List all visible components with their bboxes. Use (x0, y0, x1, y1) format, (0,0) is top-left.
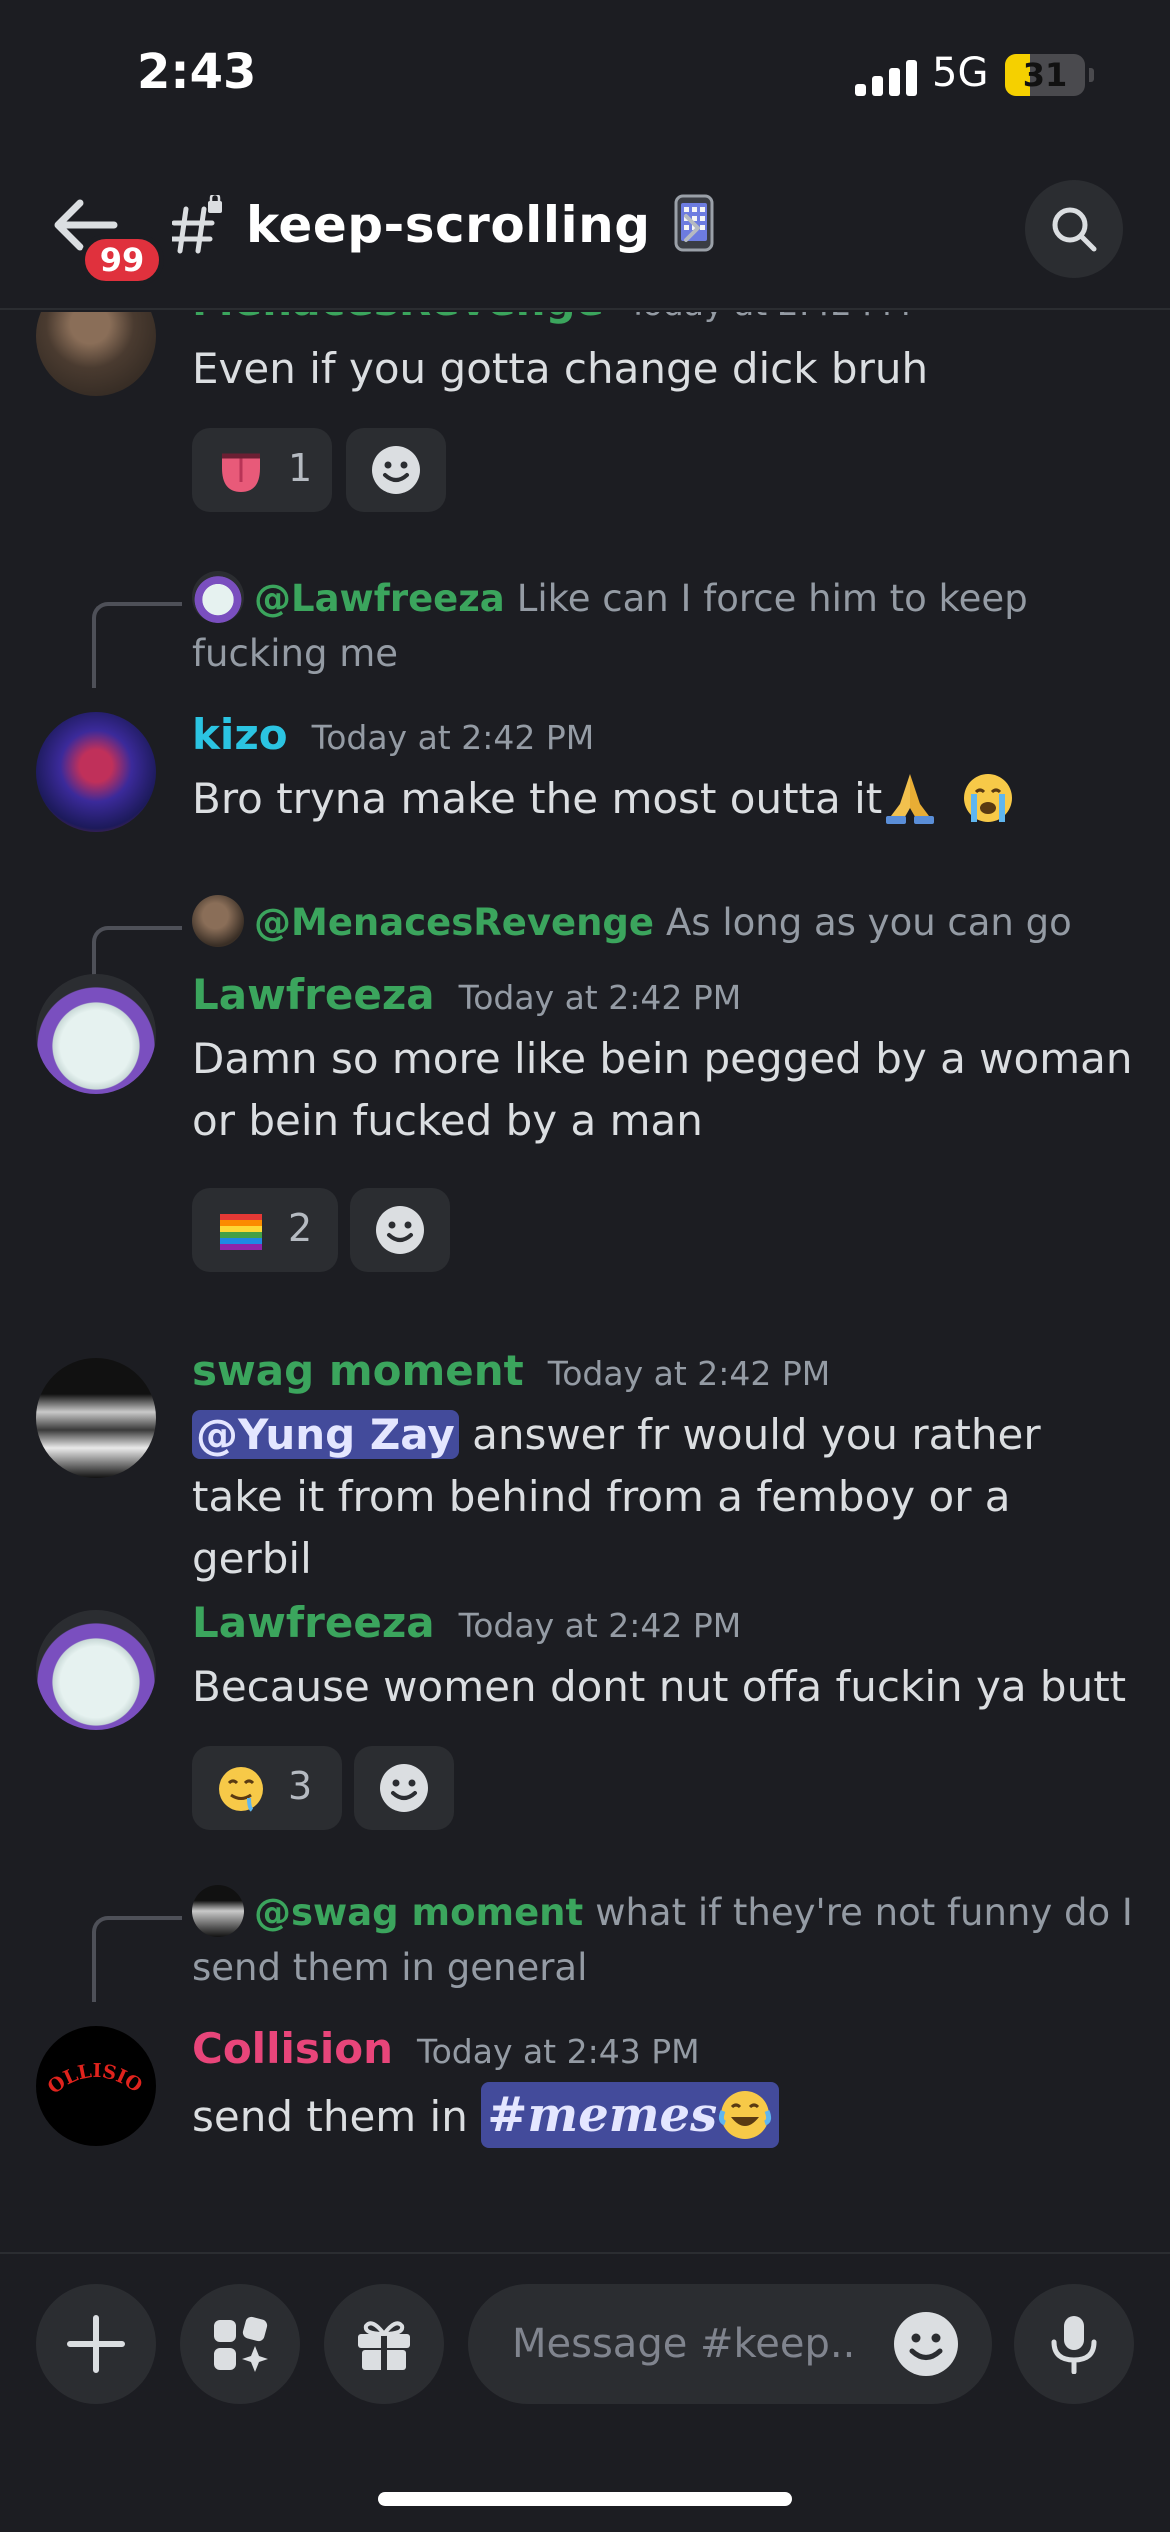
author-name[interactable]: swag moment Today at 2:42 PM (192, 1346, 830, 1395)
author-name-text: swag moment (192, 1346, 524, 1395)
network-type: 5G (932, 50, 989, 96)
channel-link[interactable]: #memes (481, 2082, 780, 2148)
timestamp: Today at 2:42 PM (547, 1354, 831, 1393)
reply-avatar (192, 1884, 244, 1937)
home-indicator[interactable] (378, 2492, 792, 2506)
channel-name-text: keep-scrolling (246, 196, 651, 254)
status-bar: 2:43 5G 31 (0, 0, 1170, 150)
status-time: 2:43 (137, 44, 257, 100)
message-content: Bro tryna make the most outta it (192, 768, 1142, 830)
message-content: @Yung Zay answer fr would you rather tak… (192, 1404, 1142, 1590)
author-name-text: MenacesRevenge (192, 312, 604, 325)
reply-preview[interactable]: @MenacesRevenge As long as you can go (192, 894, 1142, 951)
voice-message-button[interactable] (1014, 2284, 1134, 2404)
plus-icon (67, 2315, 125, 2373)
reaction-button[interactable]: 2 (192, 1188, 338, 1272)
author-name-text: kizo (192, 710, 288, 759)
reply-author: @swag moment (254, 1891, 584, 1934)
timestamp: Today at 2:42 PM (311, 718, 595, 757)
timestamp: Today at 2:42 PM (628, 312, 911, 323)
message-input[interactable] (512, 2310, 852, 2378)
channel-header: 99 keep-scrolling (0, 150, 1170, 310)
message-text: Because women dont nut offa fuckin ya bu… (192, 1662, 1127, 1711)
reaction-count: 1 (288, 446, 313, 490)
author-name[interactable]: Collision Today at 2:43 PM (192, 2024, 700, 2073)
author-name[interactable]: kizo Today at 2:42 PM (192, 710, 594, 759)
chevron-right-icon[interactable] (678, 208, 706, 248)
author-name[interactable]: MenacesRevenge Today at 2:42 PM (192, 312, 911, 325)
search-button[interactable] (1025, 180, 1123, 278)
emoji-icon[interactable] (892, 2310, 960, 2378)
reply-text: As long as you can go (666, 901, 1072, 944)
reply-avatar (192, 894, 244, 947)
message-list[interactable]: MenacesRevenge Today at 2:42 PM Even if y… (0, 312, 1170, 2250)
avatar[interactable] (36, 974, 156, 1094)
apps-button[interactable] (180, 2284, 300, 2404)
drooling-face-emoji (219, 1767, 263, 1812)
add-reaction-button[interactable] (346, 428, 446, 512)
author-name-text: Lawfreeza (192, 970, 435, 1019)
avatar[interactable] (36, 312, 156, 396)
timestamp: Today at 2:42 PM (458, 978, 742, 1017)
microphone-icon (1051, 2316, 1097, 2374)
author-name[interactable]: Lawfreeza Today at 2:42 PM (192, 970, 741, 1019)
tears-of-joy-emoji (719, 2090, 772, 2139)
emoji-icon (380, 1764, 428, 1812)
timestamp: Today at 2:43 PM (417, 2032, 700, 2071)
user-mention[interactable]: @Yung Zay (192, 1410, 459, 1459)
reply-preview[interactable]: @swag moment what if they're not funny do… (192, 1884, 1142, 1995)
svg-text:COLLISION: COLLISION (36, 2026, 146, 2099)
apps-icon (214, 2316, 268, 2372)
crying-face-emoji (963, 773, 1012, 822)
message-text: Damn so more like bein pegged by a woman… (192, 1034, 1133, 1145)
emoji-icon (372, 446, 420, 494)
reaction-button[interactable]: 3 (192, 1746, 342, 1830)
author-name-text: Collision (192, 2024, 394, 2073)
reply-connector (92, 602, 182, 688)
battery-level: 31 (1022, 56, 1068, 94)
unread-badge: 99 (80, 234, 164, 286)
avatar[interactable]: COLLISION (36, 2026, 156, 2146)
message-text: Bro tryna make the most outta it (192, 774, 883, 823)
battery-icon: 31 (1005, 54, 1094, 96)
avatar-logo: COLLISION (36, 2026, 146, 2099)
message-composer (0, 2252, 1170, 2532)
add-reaction-button[interactable] (350, 1188, 450, 1272)
message-content: send them in #memes (192, 2082, 1142, 2148)
add-reaction-button[interactable] (354, 1746, 454, 1830)
avatar[interactable] (36, 1610, 156, 1730)
reply-author: @Lawfreeza (254, 577, 505, 620)
search-icon (1052, 207, 1097, 252)
emoji-icon (376, 1206, 424, 1254)
avatar-logo-text: COLLISION (36, 2026, 146, 2099)
signal-icon (855, 60, 917, 96)
reply-author: @MenacesRevenge (254, 901, 654, 944)
message-text: send them in (192, 2092, 482, 2141)
avatar[interactable] (36, 1358, 156, 1478)
gift-button[interactable] (324, 2284, 444, 2404)
message-text: Even if you gotta change dick bruh (192, 344, 929, 393)
gift-icon (358, 2321, 410, 2370)
avatar[interactable] (36, 712, 156, 832)
channel-link-text: #memes (487, 2087, 718, 2143)
reply-preview[interactable]: @Lawfreeza Like can I force him to keep f… (192, 570, 1142, 681)
rainbow-flag-emoji (220, 1214, 262, 1250)
timestamp: Today at 2:42 PM (458, 1606, 742, 1645)
channel-name[interactable]: keep-scrolling (246, 194, 714, 258)
reaction-count: 3 (288, 1764, 313, 1808)
reaction-button[interactable]: 1 (192, 428, 332, 512)
reply-avatar (192, 570, 244, 623)
add-attachment-button[interactable] (36, 2284, 156, 2404)
author-name[interactable]: Lawfreeza Today at 2:42 PM (192, 1598, 741, 1647)
message-input-wrapper (468, 2284, 992, 2404)
folded-hands-emoji (886, 773, 935, 824)
locked-channel-icon (172, 195, 222, 254)
reaction-count: 2 (288, 1206, 313, 1250)
tongue-emoji (222, 453, 260, 492)
reply-connector (92, 1916, 182, 2002)
author-name-text: Lawfreeza (192, 1598, 435, 1647)
